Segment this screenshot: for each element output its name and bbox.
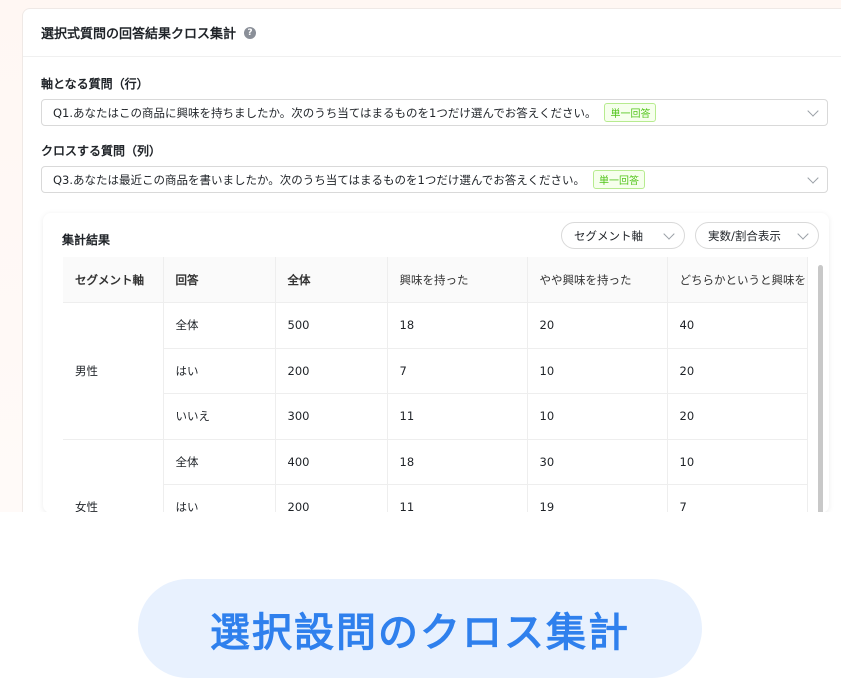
header-cell: 全体 [275,257,388,303]
row-question-label: 軸となる質問（行） [41,77,149,91]
table-cell: 20 [527,302,668,349]
help-icon[interactable]: ? [244,26,257,39]
segment-axis-value: セグメント軸 [574,228,643,243]
table-cell: 18 [387,439,528,485]
table-cell: 10 [527,393,668,440]
col-question-tag: 単一回答 [592,170,645,189]
table-cell: 7 [387,348,528,394]
table-row: 女性 全体 400 18 30 10 [63,439,808,512]
table-header-row: セグメント軸 回答 全体 興味を持った やや興味を持った どちらかというと興味を [63,257,808,303]
table-row: はい 200 11 19 7 [63,484,808,512]
panel-header: 選択式質問の回答結果クロス集計 ? [23,9,841,57]
table-cell: 200 [275,348,388,394]
table-cell: 11 [387,484,528,512]
row-question-tag: 単一回答 [604,103,657,122]
col-question-select[interactable]: Q3.あなたは最近この商品を書いましたか。次のうち当てはまるものを1つだけ選んで… [41,166,828,193]
panel-title: 選択式質問の回答結果クロス集計 [41,27,237,42]
results-title: 集計結果 [62,233,111,247]
chevron-down-icon [663,228,675,240]
cross-tab-panel: 選択式質問の回答結果クロス集計 ? 軸となる質問（行） Q1.あなたはこの商品に… [22,8,841,512]
table-cell: はい [163,484,276,512]
col-question-value: Q3.あなたは最近この商品を書いましたか。次のうち当てはまるものを1つだけ選んで… [53,172,585,187]
header-cell: どちらかというと興味を [667,257,808,303]
table-cell: 全体 [163,302,276,349]
table-cell: 10 [667,439,808,485]
caption-banner: 選択設問のクロス集計 [138,579,702,678]
table-cell: 全体 [163,439,276,485]
table-cell: 18 [387,302,528,349]
row-question-select[interactable]: Q1.あなたはこの商品に興味を持ちましたか。次のうち当てはまるものを1つだけ選ん… [41,99,828,126]
header-cell: 興味を持った [387,257,528,303]
row-question-value: Q1.あなたはこの商品に興味を持ちましたか。次のうち当てはまるものを1つだけ選ん… [53,105,597,120]
table-cell: 20 [667,348,808,394]
results-table: セグメント軸 回答 全体 興味を持った やや興味を持った どちらかというと興味を… [63,257,808,512]
segment-cell: 男性 [63,302,164,440]
header-cell: やや興味を持った [527,257,668,303]
table-cell: いいえ [163,393,276,440]
table-cell: 500 [275,302,388,349]
table-cell: 40 [667,302,808,349]
header-cell: 回答 [163,257,276,303]
banner-text: 選択設問のクロス集計 [210,609,630,656]
table-row: いいえ 300 11 10 20 [63,393,808,440]
table-cell: 7 [667,484,808,512]
table-row: 男性 全体 500 18 20 40 [63,302,808,440]
chevron-down-icon [807,172,819,184]
chevron-down-icon [807,105,819,117]
table-cell: 10 [527,348,668,394]
table-cell: はい [163,348,276,394]
table-cell: 11 [387,393,528,440]
col-question-label: クロスする質問（列） [41,144,162,158]
segment-cell: 女性 [63,439,164,512]
table-cell: 30 [527,439,668,485]
table-row: はい 200 7 10 20 [63,348,808,394]
table-cell: 200 [275,484,388,512]
table-cell: 300 [275,393,388,440]
chevron-down-icon [797,228,809,240]
table-cell: 400 [275,439,388,485]
table-cell: 19 [527,484,668,512]
header-cell: セグメント軸 [63,257,164,303]
segment-axis-select[interactable]: セグメント軸 [561,222,685,249]
display-mode-select[interactable]: 実数/割合表示 [695,222,819,249]
display-mode-value: 実数/割合表示 [708,228,781,243]
table-cell: 20 [667,393,808,440]
results-card: 集計結果 セグメント軸 実数/割合表示 セグメント軸 回答 全体 興味を持った … [43,213,829,512]
vertical-scrollbar[interactable] [818,265,823,512]
